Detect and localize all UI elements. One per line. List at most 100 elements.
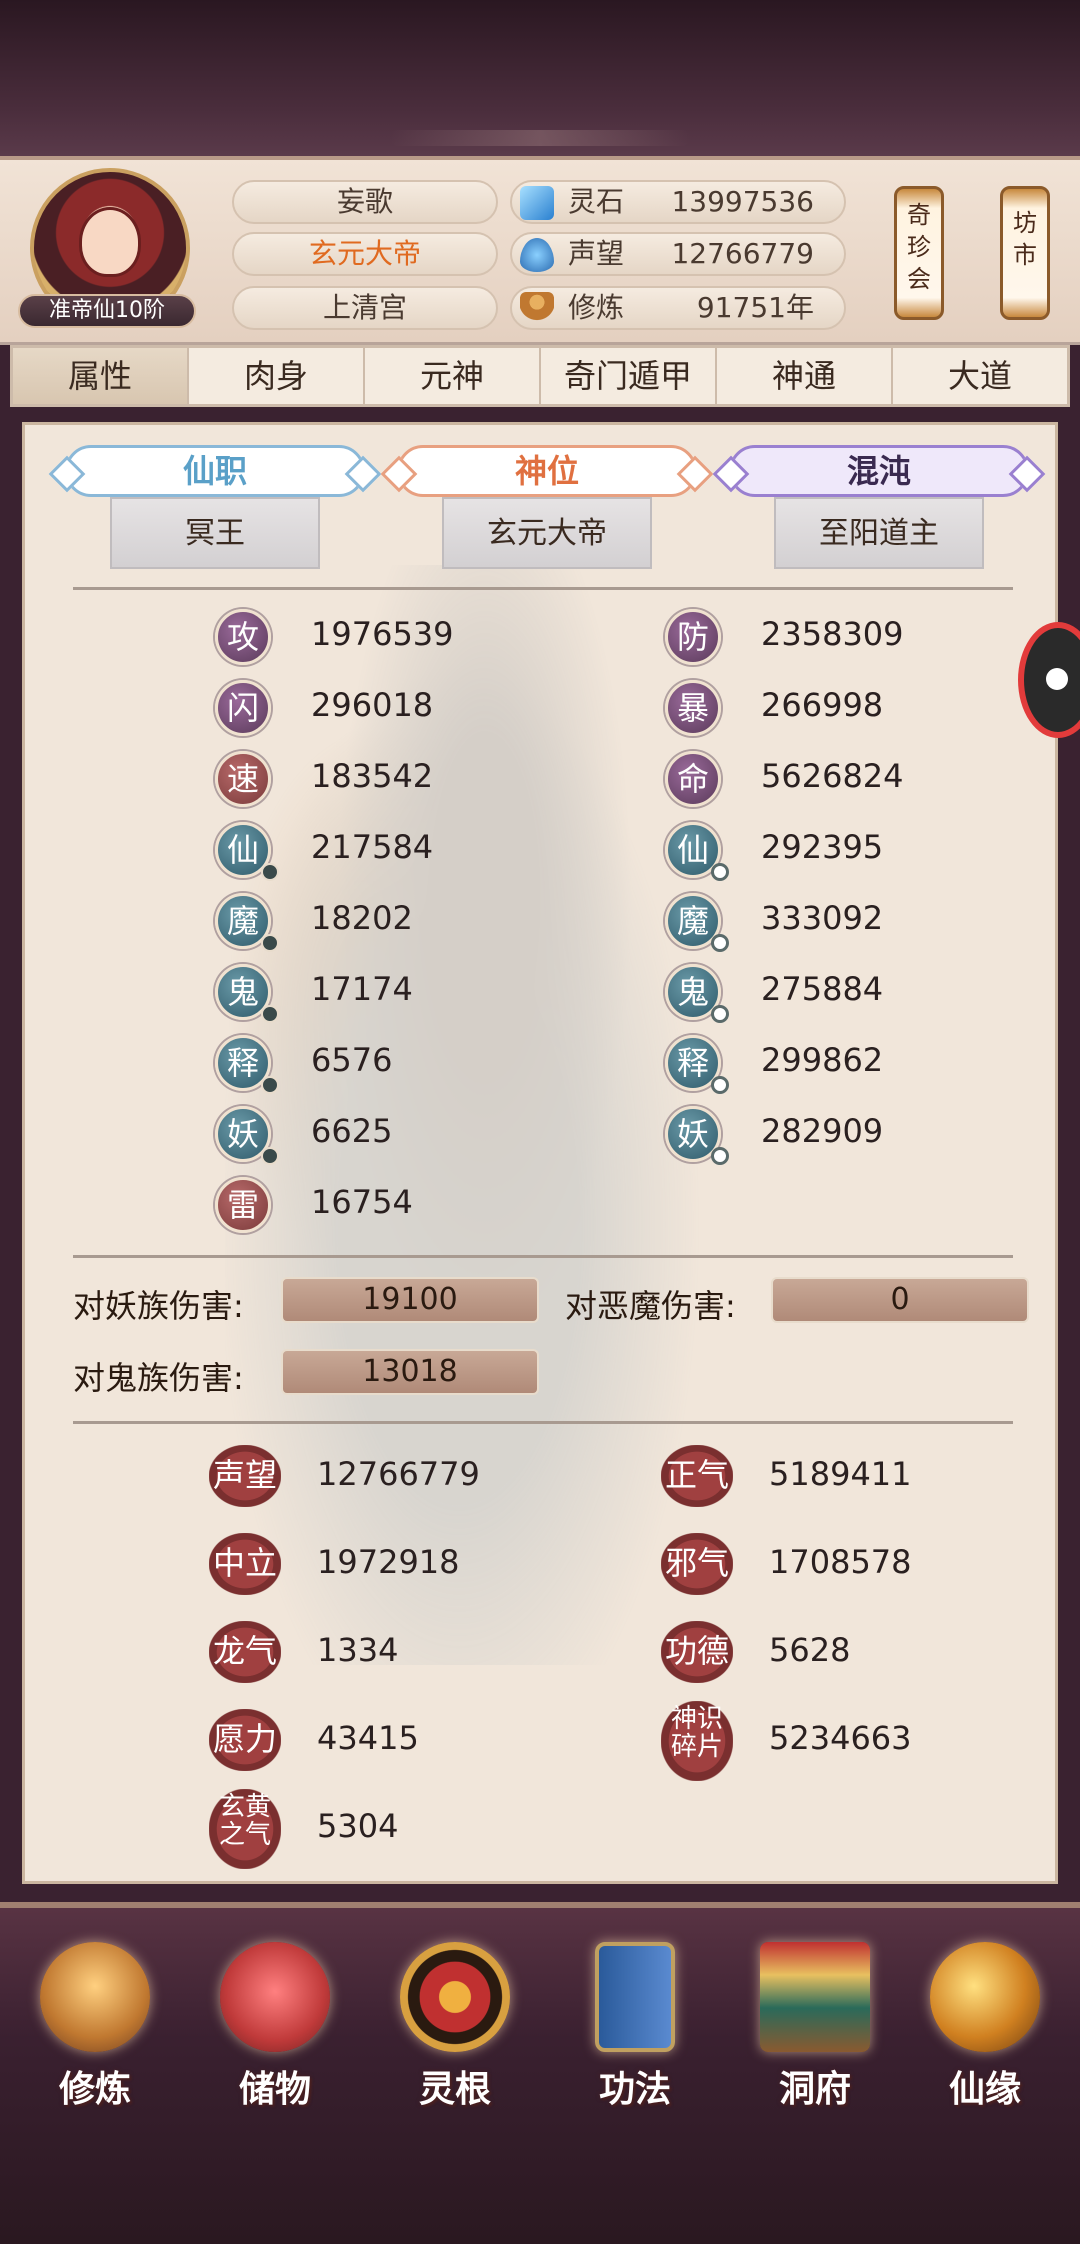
righteous-qi-value: 5189411 (769, 1455, 912, 1493)
position-divine-rank-value: 玄元大帝 (442, 497, 652, 569)
rank-badge: 准帝仙10阶 (18, 294, 196, 328)
dodge-value: 296018 (311, 686, 434, 724)
soul-fragment-icon: 神识碎片 (661, 1701, 733, 1781)
attack-icon: 攻 (215, 609, 271, 665)
attack-marker-icon (261, 1147, 279, 1165)
prestige-row: 声望 12766779 (510, 232, 846, 276)
treasure-shop-button[interactable]: 奇珍会 (894, 186, 944, 320)
nav-techniques[interactable]: 功法 (560, 1942, 710, 2112)
speed-value: 183542 (311, 757, 434, 795)
tab-dao[interactable]: 大道 (893, 348, 1067, 404)
bottom-nav: 修炼 储物 灵根 功法 洞府 仙缘 (0, 1902, 1080, 2244)
defense-marker-icon (711, 863, 729, 881)
position-immortal-post[interactable]: 仙职 (65, 445, 365, 497)
tab-body[interactable]: 肉身 (189, 348, 365, 404)
lantern-label: 坊市 (1013, 209, 1037, 269)
thunder-value: 16754 (311, 1183, 413, 1221)
divider (73, 587, 1013, 590)
resource-label: 灵石 (568, 185, 625, 218)
nav-spirit-root[interactable]: 灵根 (380, 1942, 530, 2112)
xuanhuang-qi-value: 5304 (317, 1807, 399, 1845)
resource-value: 12766779 (671, 237, 814, 270)
position-immortal-post-value: 冥王 (110, 497, 320, 569)
lantern-label: 奇珍会 (907, 201, 931, 293)
spirit-stone-row: 灵石 13997536 (510, 180, 846, 224)
nav-label: 储物 (238, 2069, 311, 2110)
nav-label: 仙缘 (948, 2069, 1021, 2110)
health-value: 5626824 (761, 757, 904, 795)
prestige-rep-value: 12766779 (317, 1455, 480, 1493)
defense-marker-icon (711, 1147, 729, 1165)
defense-marker-icon (711, 934, 729, 952)
market-button[interactable]: 坊市 (1000, 186, 1050, 320)
nav-label: 功法 (598, 2069, 671, 2110)
damage-vs-monsters-value: 19100 (281, 1277, 539, 1323)
tab-soul[interactable]: 元神 (365, 348, 541, 404)
prestige-rep-icon: 声望 (209, 1445, 281, 1507)
defense-marker-icon (711, 1076, 729, 1094)
resource-label: 声望 (568, 237, 625, 270)
wish-power-value: 43415 (317, 1719, 419, 1757)
cultivate-icon (40, 1942, 150, 2052)
attack-marker-icon (261, 1005, 279, 1023)
character-header: 准帝仙10阶 妄歌 玄元大帝 上清宫 灵石 13997536 声望 127667… (0, 160, 1080, 345)
merit-value: 5628 (769, 1631, 851, 1669)
character-title: 玄元大帝 (232, 232, 498, 276)
top-bar (0, 0, 1080, 160)
critical-icon: 暴 (665, 680, 721, 736)
dodge-icon: 闪 (215, 680, 271, 736)
damage-vs-devils-value: 0 (771, 1277, 1029, 1323)
merit-icon: 功德 (661, 1621, 733, 1683)
thunder-icon: 雷 (215, 1177, 271, 1233)
damage-vs-devils-label: 对恶魔伤害: (565, 1287, 736, 1325)
attack-marker-icon (261, 934, 279, 952)
dragon-qi-value: 1334 (317, 1631, 399, 1669)
divider (73, 1421, 1013, 1424)
resource-label: 修炼 (568, 291, 625, 324)
tab-attributes[interactable]: 属性 (13, 348, 189, 404)
immortal-attack-value: 217584 (311, 828, 434, 866)
attribute-panel: 仙职 冥王 神位 玄元大帝 混沌 至阳道主 攻 1976539 闪 296018… (22, 422, 1058, 1884)
evil-qi-value: 1708578 (769, 1543, 912, 1581)
nav-label: 灵根 (418, 2069, 491, 2110)
neutral-value: 1972918 (317, 1543, 460, 1581)
top-ornament (390, 130, 690, 146)
nav-label: 修炼 (58, 2069, 131, 2110)
damage-vs-ghosts-label: 对鬼族伤害: (73, 1359, 244, 1397)
nav-fate[interactable]: 仙缘 (910, 1942, 1060, 2112)
resource-value: 91751年 (696, 291, 814, 324)
xuanhuang-qi-icon: 玄黄之气 (209, 1789, 281, 1869)
defense-marker-icon (711, 1005, 729, 1023)
speed-icon: 速 (215, 751, 271, 807)
nav-label: 洞府 (778, 2069, 851, 2110)
tab-qimen[interactable]: 奇门遁甲 (541, 348, 717, 404)
nav-storage[interactable]: 储物 (200, 1942, 350, 2112)
damage-vs-monsters-label: 对妖族伤害: (73, 1287, 244, 1325)
prestige-icon (520, 238, 554, 272)
avatar-face (79, 207, 141, 277)
buddha-defense-value: 299862 (761, 1041, 884, 1079)
cave-dwelling-icon (760, 1942, 870, 2052)
neutral-icon: 中立 (209, 1533, 281, 1595)
dragon-qi-icon: 龙气 (209, 1621, 281, 1683)
buddha-attack-value: 6576 (311, 1041, 393, 1079)
critical-value: 266998 (761, 686, 884, 724)
ghost-attack-value: 17174 (311, 970, 413, 1008)
tab-divine-ability[interactable]: 神通 (717, 348, 893, 404)
position-chaos[interactable]: 混沌 (729, 445, 1029, 497)
character-sect: 上清宫 (232, 286, 498, 330)
divider (73, 1255, 1013, 1258)
tab-bar: 属性 肉身 元神 奇门遁甲 神通 大道 (10, 345, 1070, 407)
resource-value: 13997536 (671, 185, 814, 218)
technique-book-icon (595, 1942, 675, 2052)
position-divine-rank[interactable]: 神位 (397, 445, 697, 497)
nav-cave[interactable]: 洞府 (740, 1942, 890, 2112)
righteous-qi-icon: 正气 (661, 1445, 733, 1507)
spirit-stone-icon (520, 186, 554, 220)
wish-power-icon: 愿力 (209, 1709, 281, 1771)
nav-cultivate[interactable]: 修炼 (20, 1942, 170, 2112)
attack-value: 1976539 (311, 615, 454, 653)
health-icon: 命 (665, 751, 721, 807)
storage-bag-icon (220, 1942, 330, 2052)
damage-vs-ghosts-value: 13018 (281, 1349, 539, 1395)
